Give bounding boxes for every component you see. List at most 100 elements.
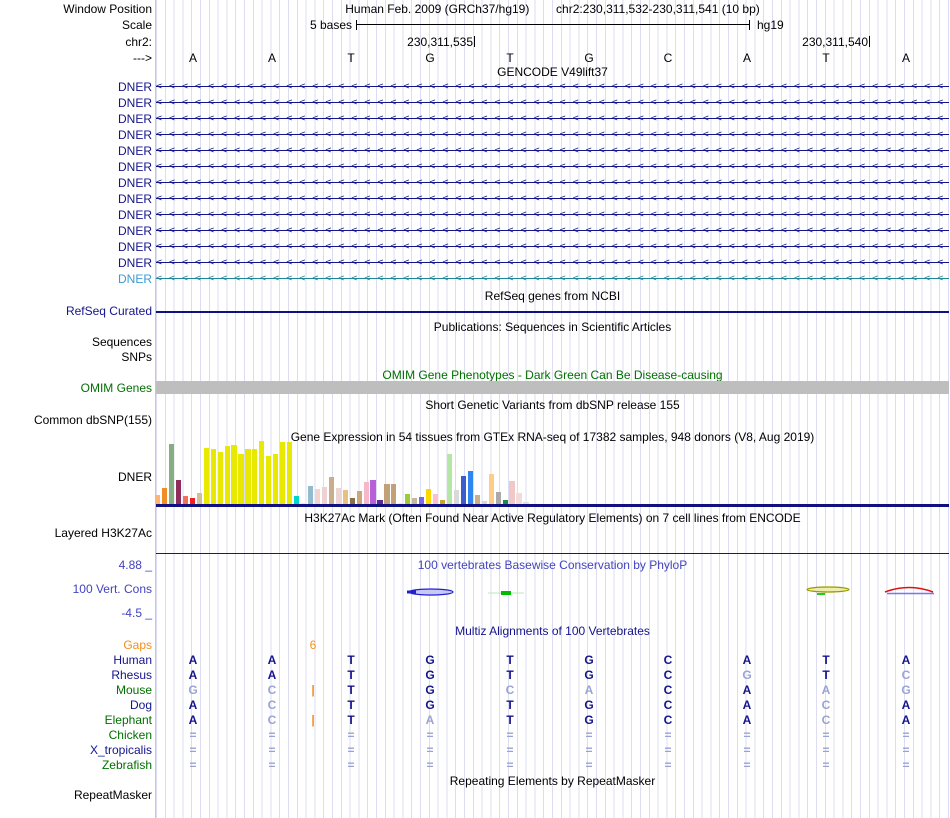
gtex-bar-19 <box>280 442 286 504</box>
title-h3k27ac[interactable]: H3K27Ac Mark (Often Found Near Active Re… <box>156 511 949 525</box>
label-common-dbsnp[interactable]: Common dbSNP(155) <box>34 413 152 427</box>
gene-model-row-2[interactable]: <<<<<<<<<<<<<<<<<<<<<<<<<<<<<<<<<<<<<<<<… <box>156 98 949 108</box>
label-window-position[interactable]: Window Position <box>63 2 152 16</box>
gtex-bar-1 <box>155 495 161 504</box>
gene-label-dner-7[interactable]: DNER <box>118 176 152 190</box>
label-repeatmasker[interactable]: RepeatMasker <box>74 788 152 802</box>
align-mouse-col4: G <box>425 683 435 697</box>
label-vert-cons[interactable]: 100 Vert. Cons <box>73 582 152 596</box>
gtex-bar-10 <box>217 452 223 504</box>
title-phylop[interactable]: 100 vertebrates Basewise Conservation by… <box>156 558 949 572</box>
label-strand[interactable]: ---> <box>133 51 152 65</box>
align-chicken-col5: = <box>506 728 514 742</box>
label-layered-h3k27ac[interactable]: Layered H3K27Ac <box>55 526 152 540</box>
label-snps[interactable]: SNPs <box>121 350 152 364</box>
gene-model-row-9[interactable]: <<<<<<<<<<<<<<<<<<<<<<<<<<<<<<<<<<<<<<<<… <box>156 210 949 220</box>
gene-model-row-3[interactable]: <<<<<<<<<<<<<<<<<<<<<<<<<<<<<<<<<<<<<<<<… <box>156 114 949 124</box>
gtex-bar-5 <box>182 496 188 504</box>
title-gencode[interactable]: GENCODE V49lift37 <box>156 65 949 79</box>
label-species-dog[interactable]: Dog <box>130 698 152 712</box>
align-human-col4: G <box>425 653 435 667</box>
label-chrom[interactable]: chr2: <box>125 35 152 49</box>
label-gaps[interactable]: Gaps <box>123 638 152 652</box>
align-chicken-col1: = <box>189 728 197 742</box>
gene-label-dner-13[interactable]: DNER <box>118 272 152 286</box>
gtex-bar-48 <box>481 501 487 504</box>
gene-label-dner-11[interactable]: DNER <box>118 240 152 254</box>
gtex-bar-20 <box>287 442 293 504</box>
align-chicken-col2: = <box>268 728 276 742</box>
align-elephant-col9: C <box>821 713 831 727</box>
gtex-bar-37 <box>405 494 411 504</box>
title-refseq[interactable]: RefSeq genes from NCBI <box>156 289 949 303</box>
gene-label-dner-12[interactable]: DNER <box>118 256 152 270</box>
gene-label-dner-6[interactable]: DNER <box>118 160 152 174</box>
pos-label-right: 230,311,540 <box>802 35 868 49</box>
gene-label-dner-4[interactable]: DNER <box>118 128 152 142</box>
label-omim-genes[interactable]: OMIM Genes <box>81 381 152 395</box>
gtex-bar-8 <box>203 448 209 504</box>
title-publications[interactable]: Publications: Sequences in Scientific Ar… <box>156 320 949 334</box>
gene-model-row-10[interactable]: <<<<<<<<<<<<<<<<<<<<<<<<<<<<<<<<<<<<<<<<… <box>156 226 949 236</box>
gtex-bar-16 <box>259 441 265 504</box>
label-species-chicken[interactable]: Chicken <box>109 728 152 742</box>
title-omim[interactable]: OMIM Gene Phenotypes - Dark Green Can Be… <box>156 368 949 382</box>
label-species-elephant[interactable]: Elephant <box>105 713 152 727</box>
genome-browser: Human Feb. 2009 (GRCh37/hg19) chr2: 230,3… <box>0 0 950 818</box>
gtex-bar-43 <box>446 454 453 504</box>
align-mouse-col10: G <box>901 683 911 697</box>
label-sequences[interactable]: Sequences <box>92 335 152 349</box>
gene-label-dner-8[interactable]: DNER <box>118 192 152 206</box>
title-repeat[interactable]: Repeating Elements by RepeatMasker <box>156 774 949 788</box>
assembly-title: Human Feb. 2009 (GRCh37/hg19) <box>345 2 530 16</box>
gene-model-row-6[interactable]: <<<<<<<<<<<<<<<<<<<<<<<<<<<<<<<<<<<<<<<<… <box>156 162 949 172</box>
label-phylop-min[interactable]: -4.5 _ <box>121 606 152 620</box>
align-dog-col4: G <box>425 698 435 712</box>
gene-model-row-12[interactable]: <<<<<<<<<<<<<<<<<<<<<<<<<<<<<<<<<<<<<<<<… <box>156 258 949 268</box>
gtex-bar-35 <box>391 484 397 504</box>
label-gtex-gene[interactable]: DNER <box>118 470 152 484</box>
gene-model-row-8[interactable]: <<<<<<<<<<<<<<<<<<<<<<<<<<<<<<<<<<<<<<<<… <box>156 194 949 204</box>
gene-label-dner-9[interactable]: DNER <box>118 208 152 222</box>
gtex-bar-28 <box>342 490 348 504</box>
gtex-bar-chart[interactable] <box>155 441 535 504</box>
gene-label-dner-2[interactable]: DNER <box>118 96 152 110</box>
gtex-bar-26 <box>328 477 334 504</box>
gene-label-dner-3[interactable]: DNER <box>118 112 152 126</box>
align-rhesus-col7: C <box>663 668 673 682</box>
gene-label-dner-10[interactable]: DNER <box>118 224 152 238</box>
gene-model-row-11[interactable]: <<<<<<<<<<<<<<<<<<<<<<<<<<<<<<<<<<<<<<<<… <box>156 242 949 252</box>
gene-model-row-1[interactable]: <<<<<<<<<<<<<<<<<<<<<<<<<<<<<<<<<<<<<<<<… <box>156 82 949 92</box>
refseq-curated-line[interactable] <box>156 311 949 313</box>
gene-model-row-7[interactable]: <<<<<<<<<<<<<<<<<<<<<<<<<<<<<<<<<<<<<<<<… <box>156 178 949 188</box>
gene-model-row-4[interactable]: <<<<<<<<<<<<<<<<<<<<<<<<<<<<<<<<<<<<<<<<… <box>156 130 949 140</box>
align-dog-col5: T <box>506 698 514 712</box>
align-dog-col2: C <box>267 698 277 712</box>
label-phylop-max[interactable]: 4.88 _ <box>119 558 152 572</box>
label-species-mouse[interactable]: Mouse <box>116 683 152 697</box>
gtex-bar-33 <box>377 500 383 504</box>
label-scale[interactable]: Scale <box>122 18 152 32</box>
label-refseq-curated[interactable]: RefSeq Curated <box>66 304 152 318</box>
gtex-bar-15 <box>252 449 258 504</box>
label-species-rhesus[interactable]: Rhesus <box>111 668 152 682</box>
gene-label-dner-1[interactable]: DNER <box>118 80 152 94</box>
pos-label-left: 230,311,535 <box>407 35 473 49</box>
label-species-human[interactable]: Human <box>113 653 152 667</box>
gene-model-row-13[interactable]: <<<<<<<<<<<<<<<<<<<<<<<<<<<<<<<<<<<<<<<<… <box>156 274 949 284</box>
gene-model-row-5[interactable]: <<<<<<<<<<<<<<<<<<<<<<<<<<<<<<<<<<<<<<<<… <box>156 146 949 156</box>
label-species-zebrafish[interactable]: Zebrafish <box>102 758 152 772</box>
base-3: T <box>347 51 355 65</box>
align-elephant-col3: T <box>347 713 355 727</box>
omim-gene-bar[interactable] <box>156 381 949 394</box>
h3k27ac-baseline <box>156 553 949 554</box>
base-1: A <box>188 51 197 65</box>
title-dbsnp[interactable]: Short Genetic Variants from dbSNP releas… <box>156 398 949 412</box>
label-species-x_tropicalis[interactable]: X_tropicalis <box>90 743 152 757</box>
gene-label-dner-5[interactable]: DNER <box>118 144 152 158</box>
align-human-col8: A <box>742 653 752 667</box>
insert-pipe-elephant: | <box>311 713 315 727</box>
title-multiz[interactable]: Multiz Alignments of 100 Vertebrates <box>156 624 949 638</box>
align-mouse-col2: C <box>267 683 277 697</box>
align-mouse-col6: A <box>584 683 594 697</box>
